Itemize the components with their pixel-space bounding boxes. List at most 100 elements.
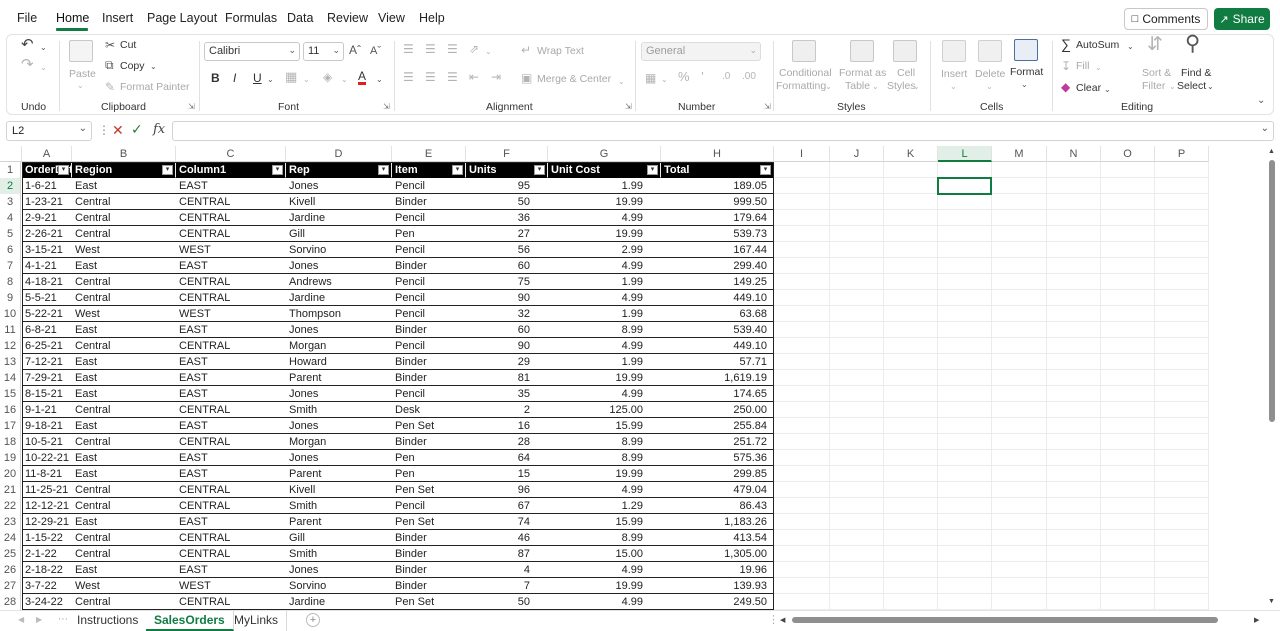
table-cell[interactable]: 90	[466, 338, 548, 354]
table-cell[interactable]: Pen Set	[392, 594, 466, 610]
empty-cell[interactable]	[992, 322, 1047, 338]
row-header[interactable]: 4	[0, 210, 21, 226]
table-cell[interactable]: 539.73	[661, 226, 774, 242]
table-cell[interactable]: 11-25-21	[22, 482, 72, 498]
sheet-tab-salesorders[interactable]: SalesOrders	[146, 611, 234, 631]
empty-cell[interactable]	[774, 258, 830, 274]
empty-cell[interactable]	[992, 306, 1047, 322]
table-cell[interactable]: 32	[466, 306, 548, 322]
merge-center-icon[interactable]: ▣	[521, 72, 532, 84]
empty-cell[interactable]	[992, 482, 1047, 498]
table-cell[interactable]: 81	[466, 370, 548, 386]
merge-center-button[interactable]: Merge & Center	[537, 73, 611, 85]
table-cell[interactable]: Jones	[286, 258, 392, 274]
empty-cell[interactable]	[992, 386, 1047, 402]
empty-cell[interactable]	[830, 434, 884, 450]
tab-review[interactable]: Review	[327, 11, 368, 25]
table-cell[interactable]: Pencil	[392, 210, 466, 226]
column-header[interactable]: E	[392, 146, 466, 162]
empty-cell[interactable]	[992, 194, 1047, 210]
empty-cell[interactable]	[1155, 594, 1209, 610]
table-cell[interactable]: WEST	[176, 306, 286, 322]
empty-cell[interactable]	[938, 226, 992, 242]
table-cell[interactable]: 12-29-21	[22, 514, 72, 530]
empty-cell[interactable]	[992, 450, 1047, 466]
table-cell[interactable]: Smith	[286, 546, 392, 562]
table-cell[interactable]: Central	[72, 274, 176, 290]
collapse-ribbon-icon[interactable]: ⌄	[1257, 95, 1265, 107]
tab-view[interactable]: View	[378, 11, 405, 25]
empty-cell[interactable]	[1101, 226, 1155, 242]
empty-cell[interactable]	[1155, 482, 1209, 498]
empty-cell[interactable]	[1101, 242, 1155, 258]
conditional-formatting-button[interactable]: Conditional	[779, 67, 832, 79]
empty-cell[interactable]	[1155, 450, 1209, 466]
table-cell[interactable]: 7-12-21	[22, 354, 72, 370]
empty-cell[interactable]	[830, 258, 884, 274]
decrease-indent-icon[interactable]: ⇤	[469, 71, 479, 83]
empty-cell[interactable]	[1047, 290, 1101, 306]
table-cell[interactable]: 299.40	[661, 258, 774, 274]
table-cell[interactable]: CENTRAL	[176, 226, 286, 242]
empty-cell[interactable]	[1047, 354, 1101, 370]
empty-cell[interactable]	[1047, 466, 1101, 482]
empty-cell[interactable]	[938, 418, 992, 434]
column-header[interactable]: K	[884, 146, 938, 162]
empty-cell[interactable]	[938, 546, 992, 562]
table-cell[interactable]: Central	[72, 482, 176, 498]
empty-cell[interactable]	[1101, 594, 1155, 610]
table-cell[interactable]: 15.99	[548, 514, 661, 530]
filter-dropdown-icon[interactable]: ▾	[162, 165, 173, 175]
empty-cell[interactable]	[774, 242, 830, 258]
expand-formula-icon[interactable]: ⌄	[1261, 123, 1269, 134]
empty-cell[interactable]	[830, 322, 884, 338]
table-cell[interactable]: West	[72, 242, 176, 258]
scroll-left-icon[interactable]: ◀	[780, 616, 785, 624]
table-cell[interactable]: East	[72, 450, 176, 466]
table-cell[interactable]: 8.99	[548, 450, 661, 466]
empty-cell[interactable]	[1155, 338, 1209, 354]
table-cell[interactable]: 15.00	[548, 546, 661, 562]
filter-dropdown-icon[interactable]: ▾	[760, 165, 771, 175]
empty-cell[interactable]	[992, 562, 1047, 578]
empty-cell[interactable]	[830, 386, 884, 402]
clear-dropdown-icon[interactable]: ⌄	[1104, 84, 1111, 96]
empty-cell[interactable]	[830, 482, 884, 498]
empty-cell[interactable]	[992, 370, 1047, 386]
table-cell[interactable]: Pencil	[392, 290, 466, 306]
percent-icon[interactable]: %	[678, 70, 690, 83]
row-header[interactable]: 7	[0, 258, 21, 274]
redo-dropdown-icon[interactable]: ⌄	[40, 62, 47, 74]
filter-dropdown-icon[interactable]: ▾	[58, 165, 69, 175]
filter-dropdown-icon[interactable]: ▾	[534, 165, 545, 175]
name-box[interactable]: L2 ⌄	[6, 121, 92, 141]
empty-cell[interactable]	[774, 194, 830, 210]
column-header[interactable]: F	[466, 146, 548, 162]
format-as-table-button[interactable]: Format as	[839, 67, 886, 79]
empty-cell[interactable]	[938, 290, 992, 306]
empty-cell[interactable]	[830, 418, 884, 434]
eraser-icon[interactable]: ◆	[1061, 81, 1070, 93]
row-header[interactable]: 12	[0, 338, 21, 354]
empty-cell[interactable]	[884, 322, 938, 338]
empty-cell[interactable]	[992, 226, 1047, 242]
empty-cell[interactable]	[830, 290, 884, 306]
align-right-icon[interactable]: ☰	[447, 71, 458, 83]
tab-page-layout[interactable]: Page Layout	[147, 11, 217, 25]
empty-cell[interactable]	[830, 242, 884, 258]
row-header[interactable]: 17	[0, 418, 21, 434]
empty-cell[interactable]	[774, 482, 830, 498]
table-cell[interactable]: CENTRAL	[176, 402, 286, 418]
merge-dropdown-icon[interactable]: ⌄	[618, 76, 625, 88]
empty-cell[interactable]	[992, 546, 1047, 562]
empty-cell[interactable]	[774, 594, 830, 610]
table-cell[interactable]: 9-1-21	[22, 402, 72, 418]
empty-cell[interactable]	[1101, 274, 1155, 290]
empty-cell[interactable]	[938, 306, 992, 322]
increase-decimal-icon[interactable]: .0	[722, 71, 730, 83]
table-cell[interactable]: CENTRAL	[176, 290, 286, 306]
table-cell[interactable]: EAST	[176, 514, 286, 530]
empty-cell[interactable]	[1101, 514, 1155, 530]
row-header[interactable]: 6	[0, 242, 21, 258]
table-cell[interactable]: 179.64	[661, 210, 774, 226]
